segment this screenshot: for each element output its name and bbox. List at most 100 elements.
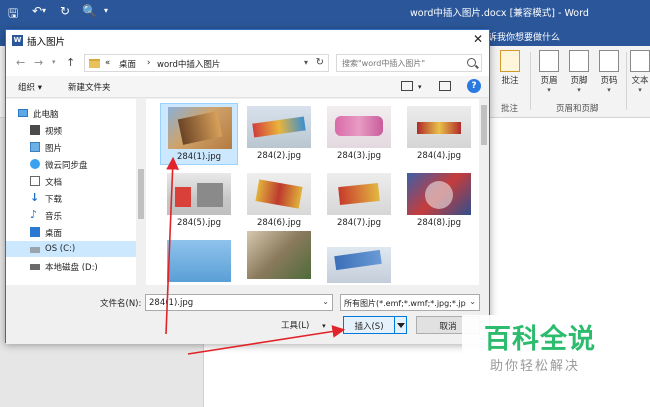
address-bar[interactable]: « 桌面 › word中插入图片 ▾ ↻ <box>84 54 329 72</box>
search-box[interactable] <box>336 54 482 72</box>
nav-item-label: 下载 <box>45 195 63 205</box>
nav-item-weiyun[interactable]: 微云同步盘 <box>6 156 136 172</box>
file-item-284-6[interactable]: 284(6).jpg <box>240 170 318 232</box>
image-thumbnail <box>167 173 231 215</box>
page-number-button[interactable]: 页码 ▾ <box>596 50 622 94</box>
breadcrumb-separator: › <box>147 58 151 68</box>
filename-label: 文件名(N): <box>100 299 142 309</box>
text-box-icon <box>630 50 650 72</box>
file-name: 284(1).jpg <box>176 152 222 162</box>
header-button-label: 页眉 <box>540 76 558 86</box>
up-arrow-icon[interactable]: ↑ <box>66 56 75 69</box>
page-number-button-label: 页码 <box>600 76 618 86</box>
customize-toolbar-icon[interactable]: ▾ <box>104 6 108 15</box>
nav-item-music[interactable]: ♪ 音乐 <box>6 207 136 223</box>
change-view-icon[interactable] <box>401 81 413 91</box>
watermark: 百科全说 助你轻松解决 <box>462 315 632 377</box>
folder-icon <box>89 59 100 68</box>
footer-button[interactable]: 页脚 ▾ <box>566 50 592 94</box>
organize-button[interactable]: 组织 ▾ <box>18 81 42 93</box>
tools-label: 工具(L) <box>281 321 310 331</box>
breadcrumb-current-folder[interactable]: word中插入图片 <box>157 58 220 70</box>
breadcrumb-desktop[interactable]: 桌面 <box>119 58 136 70</box>
nav-item-drive-d[interactable]: 本地磁盘 (D:) <box>6 258 136 274</box>
image-thumbnail <box>327 173 391 215</box>
scrollbar-thumb[interactable] <box>138 169 144 219</box>
nav-item-label: 此电脑 <box>33 110 59 120</box>
view-options-chevron-icon[interactable]: ▾ <box>418 83 422 91</box>
refresh-icon[interactable]: ↻ <box>316 57 324 68</box>
recent-locations-icon[interactable]: ▾ <box>52 58 56 66</box>
drive-icon <box>30 247 40 253</box>
close-icon[interactable]: ✕ <box>473 32 483 46</box>
back-arrow-icon[interactable]: ← <box>16 56 25 69</box>
dialog-bottom-panel: 文件名(N): ⌄ 所有图片(*.emf;*.wmf;*.jpg;*.jp ⌄ … <box>6 285 489 344</box>
nav-item-desktop[interactable]: 桌面 <box>6 224 136 240</box>
nav-item-label: 桌面 <box>45 229 63 239</box>
undo-icon[interactable]: ↶ <box>32 4 42 18</box>
text-button-label: 文本 <box>631 76 649 86</box>
file-item-11[interactable] <box>320 237 398 285</box>
nav-pane-scrollbar[interactable] <box>136 99 146 285</box>
redo-icon[interactable]: ↻ <box>60 4 70 18</box>
save-icon[interactable]: 🖫 <box>8 4 18 25</box>
file-item-284-2[interactable]: 284(2).jpg <box>240 103 318 165</box>
nav-item-documents[interactable]: 文档 <box>6 173 136 189</box>
nav-item-label: 视频 <box>45 127 63 137</box>
word-title-bar: 🖫 ↶ ▾ ↻ 🔍 ▾ word中插入图片.docx [兼容模式] - Word <box>0 0 650 24</box>
search-icon[interactable] <box>467 58 476 67</box>
documents-icon <box>30 176 40 186</box>
insert-button[interactable]: 插入(S) <box>343 316 407 334</box>
text-button[interactable]: 文本 ▾ <box>630 50 650 94</box>
image-thumbnail <box>247 231 311 279</box>
nav-item-videos[interactable]: 视频 <box>6 122 136 138</box>
watermark-subtitle: 助你轻松解决 <box>490 359 581 374</box>
file-item-284-8[interactable]: 284(8).jpg <box>400 170 478 232</box>
chevron-down-icon[interactable]: ▾ <box>304 58 308 67</box>
filename-combobox[interactable]: ⌄ <box>145 294 333 311</box>
file-item-284-3[interactable]: 284(3).jpg <box>320 103 398 165</box>
tools-button[interactable]: 工具(L) ▾ <box>281 319 326 331</box>
music-icon: ♪ <box>30 208 38 221</box>
desktop-icon <box>30 227 40 237</box>
nav-item-pictures[interactable]: 图片 <box>6 139 136 155</box>
search-input[interactable] <box>337 55 461 71</box>
footer-caret-icon: ▾ <box>577 86 581 94</box>
nav-item-downloads[interactable]: ↓ 下载 <box>6 190 136 206</box>
navigation-pane: 此电脑 视频 图片 微云同步盘 文档 ↓ 下载 ♪ 音乐 桌面 OS (C:) … <box>6 99 146 285</box>
file-item-9[interactable] <box>160 237 238 285</box>
nav-item-drive-c[interactable]: OS (C:) <box>6 241 136 257</box>
new-folder-button[interactable]: 新建文件夹 <box>68 81 111 93</box>
ribbon-separator <box>626 52 627 110</box>
nav-item-this-pc[interactable]: 此电脑 <box>6 105 136 121</box>
dialog-toolbar: 组织 ▾ 新建文件夹 ▾ ? <box>6 76 489 98</box>
file-item-284-1[interactable]: 284(1).jpg <box>160 103 238 165</box>
dialog-title: 插入图片 <box>27 37 66 48</box>
chevron-down-icon[interactable]: ⌄ <box>469 297 476 306</box>
preview-pane-icon[interactable] <box>439 81 451 91</box>
comment-button[interactable]: 批注 <box>496 50 524 86</box>
tell-me-box[interactable]: 诉我你想要做什么 <box>488 30 560 43</box>
header-footer-group-label: 页眉和页脚 <box>556 104 599 114</box>
file-name: 284(6).jpg <box>256 218 302 228</box>
navigation-bar: ← → ▾ ↑ « 桌面 › word中插入图片 ▾ ↻ <box>6 50 489 76</box>
filename-input[interactable] <box>146 295 316 310</box>
ribbon-separator <box>530 52 531 110</box>
help-icon[interactable]: ? <box>467 79 481 93</box>
file-list-scrollbar[interactable] <box>479 99 489 285</box>
file-type-filter[interactable]: 所有图片(*.emf;*.wmf;*.jpg;*.jp ⌄ <box>340 294 480 311</box>
nav-item-label: 微云同步盘 <box>45 161 88 171</box>
nav-item-label: 音乐 <box>45 212 63 222</box>
chevron-down-icon[interactable]: ⌄ <box>322 297 329 306</box>
print-preview-icon[interactable]: 🔍 <box>82 4 97 18</box>
file-item-10[interactable] <box>240 231 318 285</box>
header-button[interactable]: 页眉 ▾ <box>536 50 562 94</box>
breadcrumb-overflow[interactable]: « <box>105 58 110 68</box>
file-item-284-5[interactable]: 284(5).jpg <box>160 170 238 232</box>
insert-options-dropdown-icon[interactable] <box>394 317 406 333</box>
file-item-284-4[interactable]: 284(4).jpg <box>400 103 478 165</box>
scrollbar-thumb[interactable] <box>481 105 487 145</box>
undo-dropdown-icon[interactable]: ▾ <box>42 6 46 15</box>
forward-arrow-icon[interactable]: → <box>34 56 43 69</box>
file-item-284-7[interactable]: 284(7).jpg <box>320 170 398 232</box>
